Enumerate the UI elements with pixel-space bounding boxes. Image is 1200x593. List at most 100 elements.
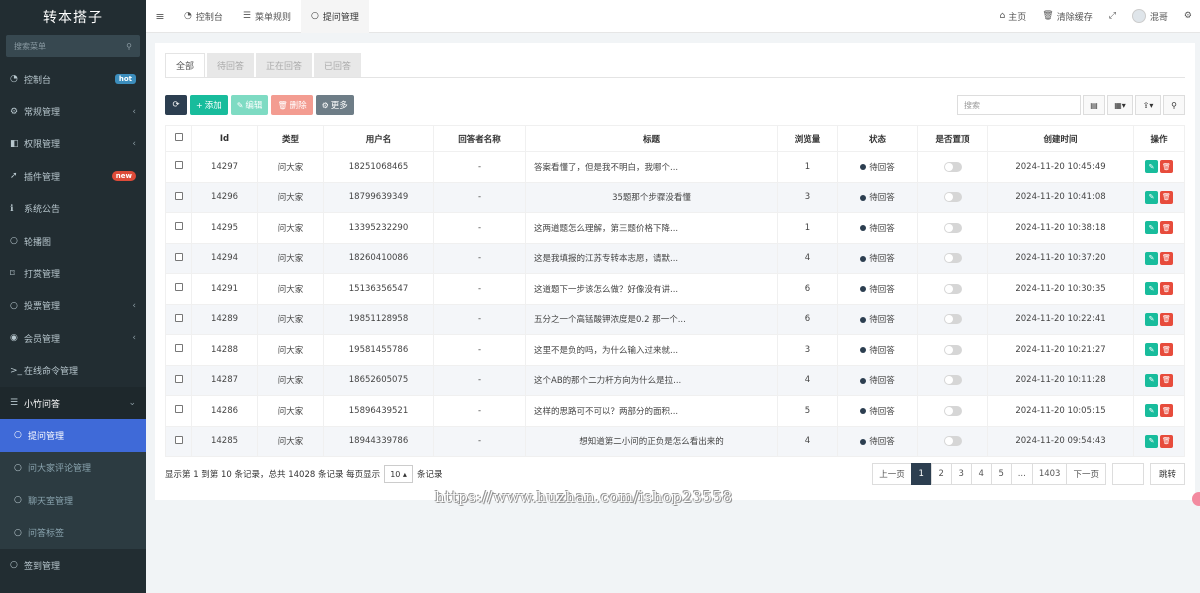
table-row[interactable]: 14294 问大家 18260410086- 这是我填报的江苏专转本志愿，请默... 4… <box>165 242 1185 274</box>
table-search-input[interactable]: 搜索 <box>957 95 1081 115</box>
sidebar-item-7[interactable]: ○ 投票管理 ‹ <box>0 290 146 322</box>
refresh-button[interactable]: ⟳ <box>165 95 187 115</box>
col-username[interactable]: 用户名 <box>323 125 434 152</box>
row-checkbox[interactable] <box>174 252 183 261</box>
sidebar-item-0[interactable]: ◔ 控制台 hot <box>0 63 146 95</box>
pin-toggle[interactable] <box>943 344 962 355</box>
row-delete-button[interactable]: 🗑 <box>1160 221 1173 235</box>
next-page-button[interactable]: 下一页 <box>1066 463 1106 485</box>
page-jump-button[interactable]: 跳转 <box>1149 463 1185 485</box>
submenu-item-1[interactable]: ○ 问大家评论管理 <box>0 452 146 484</box>
sidebar-item-1[interactable]: ⚙ 常规管理 ‹ <box>0 95 146 127</box>
page-button-2[interactable]: 3 <box>950 463 972 485</box>
pin-toggle[interactable] <box>943 375 962 385</box>
row-edit-button[interactable]: ✎ <box>1145 312 1158 326</box>
more-button[interactable]: ⚙ 更多 <box>315 95 354 115</box>
app-brand[interactable]: 转本搭子 <box>0 0 146 33</box>
pin-toggle[interactable] <box>943 222 962 233</box>
page-button-6[interactable]: 1403 <box>1031 463 1068 485</box>
row-edit-button[interactable]: ✎ <box>1145 160 1158 174</box>
table-row[interactable]: 14297 问大家 18251068465- 答案看懂了，但是我不明白，我哪个... 1… <box>165 151 1185 183</box>
clear-cache-link[interactable]: 🗑 清除缓存 <box>1034 10 1100 23</box>
col-type[interactable]: 类型 <box>257 125 324 152</box>
advanced-search-button[interactable]: ⚲ <box>1163 95 1185 115</box>
filter-tab-0[interactable]: 全部 <box>165 53 206 77</box>
col-id[interactable]: Id <box>191 125 258 152</box>
row-delete-button[interactable]: 🗑 <box>1160 434 1173 448</box>
sidebar-search[interactable]: 搜索菜单 ⚲ <box>6 35 140 57</box>
sidebar-item-6[interactable]: ⌑ 打赏管理 <box>0 257 146 289</box>
fullscreen-icon[interactable]: ⤢ <box>1101 11 1124 21</box>
row-edit-button[interactable]: ✎ <box>1145 434 1158 448</box>
col-pinned[interactable]: 是否置顶 <box>917 125 988 152</box>
sidebar-item-xiaozhu-qa[interactable]: ☰ 小竹问答 ⌄ <box>0 386 146 420</box>
row-checkbox[interactable] <box>174 161 183 170</box>
table-row[interactable]: 14286 问大家 15896439521- 这样的思路可不可以？两部分的面积... 5… <box>165 395 1185 427</box>
row-delete-button[interactable]: 🗑 <box>1160 282 1173 296</box>
pin-toggle[interactable] <box>943 314 962 324</box>
row-delete-button[interactable]: 🗑 <box>1160 312 1173 326</box>
pin-toggle[interactable] <box>943 283 962 294</box>
add-button[interactable]: + 添加 <box>190 95 228 115</box>
page-button-5[interactable]: ... <box>1010 463 1033 485</box>
top-tab-1[interactable]: ☰ 菜单规则 <box>233 0 301 33</box>
delete-button[interactable]: 🗑 删除 <box>271 95 313 115</box>
sidebar-item-3[interactable]: ➚ 插件管理 new <box>0 160 146 192</box>
sidebar-item-after-0[interactable]: ○ 签到管理 <box>0 549 146 581</box>
row-delete-button[interactable]: 🗑 <box>1160 343 1173 357</box>
filter-tab-3[interactable]: 已回答 <box>314 53 362 77</box>
prev-page-button[interactable]: 上一页 <box>872 463 912 485</box>
row-delete-button[interactable]: 🗑 <box>1160 160 1173 174</box>
pin-toggle[interactable] <box>943 161 962 172</box>
table-row[interactable]: 14285 问大家 18944339786- 想知道第二小问的正负是怎么看出来的 4 待回… <box>165 425 1185 457</box>
row-edit-button[interactable]: ✎ <box>1145 343 1158 357</box>
submenu-item-2[interactable]: ○ 聊天室管理 <box>0 484 146 516</box>
toggle-view-button[interactable]: ▤ <box>1083 95 1105 115</box>
pin-toggle[interactable] <box>943 405 962 416</box>
row-edit-button[interactable]: ✎ <box>1145 190 1158 204</box>
page-button-0[interactable]: 1 <box>910 463 932 485</box>
pin-toggle[interactable] <box>943 436 962 446</box>
table-row[interactable]: 14289 问大家 19851128958- 五分之一个高锰酸钾浓度是0.2 那一个.… <box>165 303 1185 335</box>
page-button-3[interactable]: 4 <box>970 463 992 485</box>
row-delete-button[interactable]: 🗑 <box>1160 404 1173 418</box>
edit-button[interactable]: ✎ 编辑 <box>230 95 269 115</box>
row-delete-button[interactable]: 🗑 <box>1160 373 1173 387</box>
settings-gear-icon[interactable]: ⚙ <box>1176 11 1200 21</box>
sidebar-toggle-icon[interactable]: ≡ <box>146 10 174 23</box>
row-checkbox[interactable] <box>174 222 183 231</box>
filter-tab-1[interactable]: 待回答 <box>207 53 255 77</box>
pin-toggle[interactable] <box>943 253 962 263</box>
col-title[interactable]: 标题 <box>525 125 778 152</box>
row-checkbox[interactable] <box>174 405 183 414</box>
filter-tab-2[interactable]: 正在回答 <box>256 53 313 77</box>
row-edit-button[interactable]: ✎ <box>1145 221 1158 235</box>
top-tab-2[interactable]: ○ 提问管理 <box>300 0 369 33</box>
page-button-1[interactable]: 2 <box>930 463 952 485</box>
table-row[interactable]: 14296 问大家 18799639349-35题那个步骤没看懂 3 待回答 2024-1… <box>165 181 1185 213</box>
user-menu[interactable]: 混哥 <box>1124 9 1176 23</box>
page-jump-input[interactable] <box>1111 463 1144 485</box>
select-all-checkbox-cell[interactable] <box>165 125 192 152</box>
col-created[interactable]: 创建时间 <box>987 125 1134 152</box>
sidebar-item-4[interactable]: ℹ 系统公告 <box>0 193 146 225</box>
row-checkbox[interactable] <box>174 283 183 292</box>
sidebar-item-9[interactable]: >_ 在线命令管理 <box>0 355 146 387</box>
row-checkbox[interactable] <box>174 435 183 444</box>
floating-help-button[interactable] <box>1192 492 1200 506</box>
submenu-item-3[interactable]: ○ 问答标签 <box>0 516 146 548</box>
export-button[interactable]: ⇪▾ <box>1135 95 1161 115</box>
sidebar-item-5[interactable]: ○ 轮播图 <box>0 225 146 257</box>
row-edit-button[interactable]: ✎ <box>1145 373 1158 387</box>
search-icon[interactable]: ⚲ <box>126 42 132 51</box>
table-row[interactable]: 14295 问大家 13395232290- 这两道题怎么理解，第三题价格下降... 1… <box>165 212 1185 244</box>
sidebar-item-8[interactable]: ◉ 会员管理 ‹ <box>0 322 146 354</box>
submenu-item-0[interactable]: ○ 提问管理 <box>0 419 146 452</box>
page-size-select[interactable]: 10 ▴ <box>384 465 413 483</box>
row-delete-button[interactable]: 🗑 <box>1160 251 1173 265</box>
sidebar-item-2[interactable]: ◧ 权限管理 ‹ <box>0 128 146 160</box>
row-edit-button[interactable]: ✎ <box>1145 404 1158 418</box>
row-delete-button[interactable]: 🗑 <box>1160 190 1173 204</box>
row-checkbox[interactable] <box>174 313 183 322</box>
pin-toggle[interactable] <box>943 192 962 202</box>
